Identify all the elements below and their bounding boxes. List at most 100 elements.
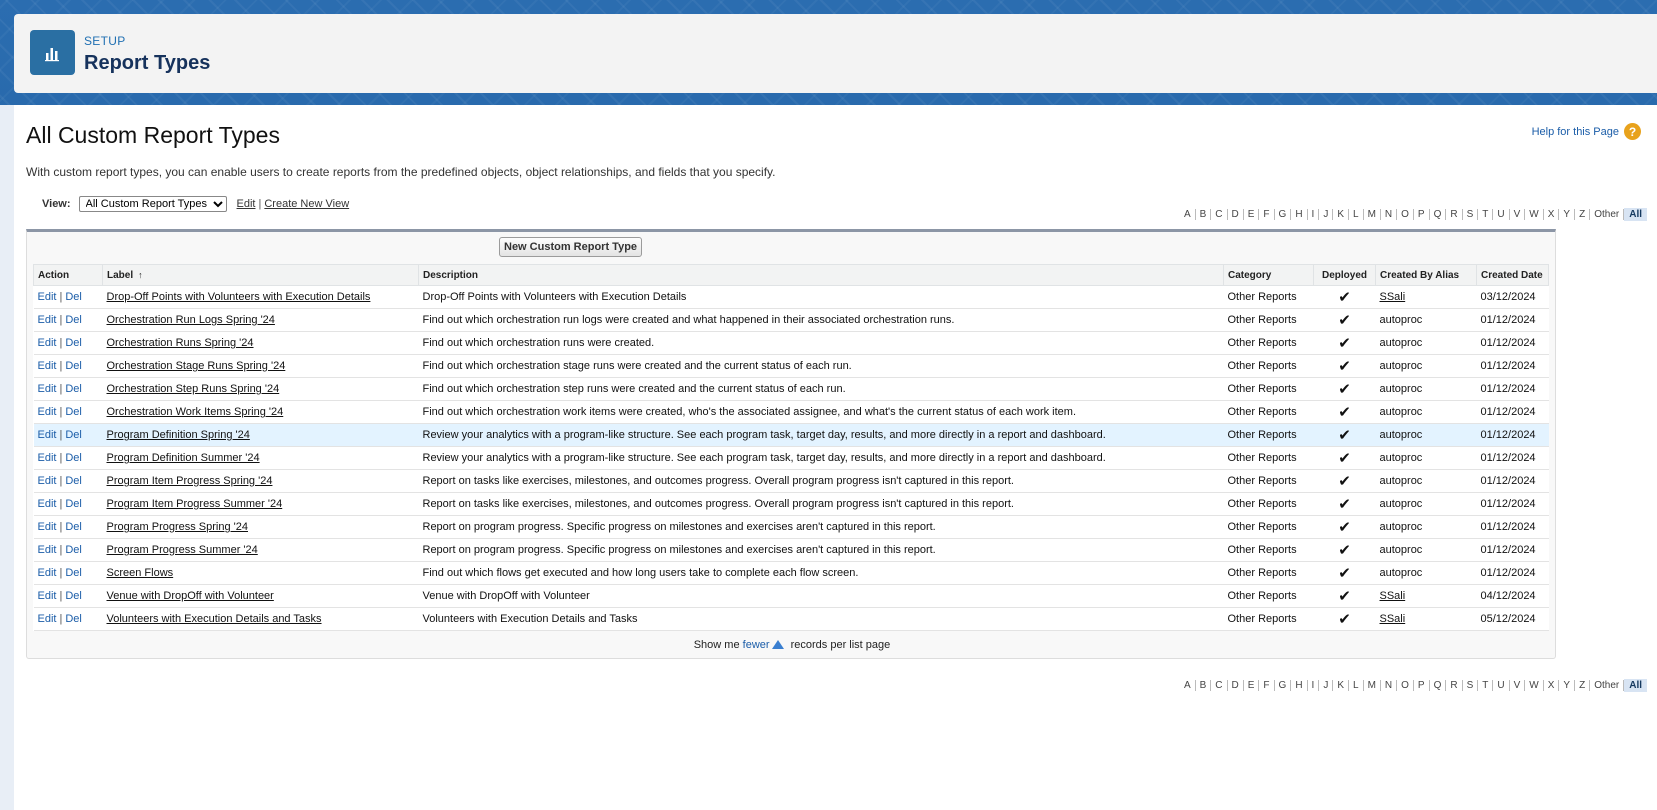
alphabet-filter-w[interactable]: W xyxy=(1525,209,1544,220)
alphabet-filter-f[interactable]: F xyxy=(1259,209,1275,220)
alphabet-filter-i[interactable]: I xyxy=(1308,209,1320,220)
alphabet-filter-o[interactable]: O xyxy=(1397,680,1414,691)
edit-link[interactable]: Edit xyxy=(38,590,57,602)
view-select[interactable]: All Custom Report Types xyxy=(78,196,227,212)
alphabet-filter-u[interactable]: U xyxy=(1493,680,1510,691)
alphabet-filter-k[interactable]: K xyxy=(1333,680,1349,691)
report-type-label-link[interactable]: Drop-Off Points with Volunteers with Exe… xyxy=(107,291,371,303)
alphabet-filter-a[interactable]: A xyxy=(1180,680,1196,691)
create-new-view-link[interactable]: Create New View xyxy=(264,198,349,210)
alphabet-filter-z[interactable]: Z xyxy=(1575,209,1591,220)
alphabet-filter-a[interactable]: A xyxy=(1180,209,1196,220)
alphabet-filter-w[interactable]: W xyxy=(1525,680,1544,691)
alphabet-filter-k[interactable]: K xyxy=(1333,209,1349,220)
column-header-created-date[interactable]: Created Date xyxy=(1476,264,1549,286)
column-header-description[interactable]: Description xyxy=(418,264,1224,286)
triangle-up-icon[interactable] xyxy=(771,640,784,649)
edit-link[interactable]: Edit xyxy=(38,337,57,349)
edit-link[interactable]: Edit xyxy=(38,360,57,372)
help-icon[interactable]: ? xyxy=(1624,123,1641,140)
alphabet-filter-e[interactable]: E xyxy=(1244,680,1260,691)
delete-link[interactable]: Del xyxy=(65,291,82,303)
alphabet-filter-j[interactable]: J xyxy=(1319,680,1334,691)
delete-link[interactable]: Del xyxy=(65,613,82,625)
alphabet-filter-q[interactable]: Q xyxy=(1430,209,1447,220)
alphabet-filter-g[interactable]: G xyxy=(1275,680,1292,691)
edit-link[interactable]: Edit xyxy=(38,291,57,303)
alphabet-filter-l[interactable]: L xyxy=(1349,209,1364,220)
alphabet-filter-t[interactable]: T xyxy=(1478,209,1494,220)
alphabet-filter-other[interactable]: Other xyxy=(1590,209,1625,220)
edit-link[interactable]: Edit xyxy=(38,521,57,533)
alphabet-filter-z[interactable]: Z xyxy=(1575,680,1591,691)
alphabet-filter-h[interactable]: H xyxy=(1291,680,1308,691)
alphabet-filter-h[interactable]: H xyxy=(1291,209,1308,220)
alphabet-filter-v[interactable]: V xyxy=(1510,680,1526,691)
delete-link[interactable]: Del xyxy=(65,383,82,395)
edit-link[interactable]: Edit xyxy=(38,429,57,441)
edit-link[interactable]: Edit xyxy=(38,452,57,464)
alphabet-filter-y[interactable]: Y xyxy=(1559,209,1576,220)
created-by-alias-link[interactable]: SSali xyxy=(1380,291,1406,303)
alphabet-filter-r[interactable]: R xyxy=(1446,209,1463,220)
alphabet-filter-i[interactable]: I xyxy=(1308,680,1320,691)
edit-link[interactable]: Edit xyxy=(38,406,57,418)
delete-link[interactable]: Del xyxy=(65,314,82,326)
alphabet-filter-d[interactable]: D xyxy=(1228,680,1244,691)
alphabet-filter-t[interactable]: T xyxy=(1478,680,1494,691)
delete-link[interactable]: Del xyxy=(65,544,82,556)
edit-link[interactable]: Edit xyxy=(38,383,57,395)
delete-link[interactable]: Del xyxy=(65,590,82,602)
edit-link[interactable]: Edit xyxy=(38,498,57,510)
alphabet-filter-n[interactable]: N xyxy=(1381,209,1398,220)
delete-link[interactable]: Del xyxy=(65,406,82,418)
alphabet-filter-c[interactable]: C xyxy=(1211,680,1228,691)
created-by-alias-link[interactable]: SSali xyxy=(1380,590,1406,602)
delete-link[interactable]: Del xyxy=(65,567,82,579)
report-type-label-link[interactable]: Program Progress Spring '24 xyxy=(107,521,249,533)
alphabet-filter-b[interactable]: B xyxy=(1196,209,1212,220)
delete-link[interactable]: Del xyxy=(65,337,82,349)
alphabet-filter-d[interactable]: D xyxy=(1228,209,1244,220)
alphabet-filter-j[interactable]: J xyxy=(1319,209,1334,220)
alphabet-filter-b[interactable]: B xyxy=(1196,680,1212,691)
column-header-category[interactable]: Category xyxy=(1223,264,1314,286)
report-type-label-link[interactable]: Program Progress Summer '24 xyxy=(107,544,258,556)
show-fewer-link[interactable]: fewer xyxy=(743,639,770,651)
alphabet-filter-e[interactable]: E xyxy=(1244,209,1260,220)
alphabet-filter-x[interactable]: X xyxy=(1544,680,1560,691)
delete-link[interactable]: Del xyxy=(65,452,82,464)
alphabet-filter-u[interactable]: U xyxy=(1493,209,1510,220)
alphabet-filter-f[interactable]: F xyxy=(1259,680,1275,691)
alphabet-filter-y[interactable]: Y xyxy=(1559,680,1576,691)
alphabet-filter-l[interactable]: L xyxy=(1349,680,1364,691)
column-header-deployed[interactable]: Deployed xyxy=(1313,264,1376,286)
report-type-label-link[interactable]: Venue with DropOff with Volunteer xyxy=(107,590,274,602)
report-type-label-link[interactable]: Orchestration Work Items Spring '24 xyxy=(107,406,284,418)
delete-link[interactable]: Del xyxy=(65,521,82,533)
report-type-label-link[interactable]: Screen Flows xyxy=(107,567,174,579)
new-custom-report-type-button[interactable]: New Custom Report Type xyxy=(499,237,643,257)
column-header-label[interactable]: Label ↑ xyxy=(102,264,419,286)
alphabet-filter-g[interactable]: G xyxy=(1275,209,1292,220)
report-type-label-link[interactable]: Program Definition Summer '24 xyxy=(107,452,260,464)
report-type-label-link[interactable]: Program Definition Spring '24 xyxy=(107,429,250,441)
edit-link[interactable]: Edit xyxy=(38,613,57,625)
report-type-label-link[interactable]: Volunteers with Execution Details and Ta… xyxy=(107,613,322,625)
delete-link[interactable]: Del xyxy=(65,475,82,487)
delete-link[interactable]: Del xyxy=(65,498,82,510)
alphabet-filter-all[interactable]: All xyxy=(1624,679,1647,692)
report-type-label-link[interactable]: Program Item Progress Summer '24 xyxy=(107,498,283,510)
report-type-label-link[interactable]: Orchestration Runs Spring '24 xyxy=(107,337,254,349)
alphabet-filter-q[interactable]: Q xyxy=(1430,680,1447,691)
alphabet-filter-other[interactable]: Other xyxy=(1590,680,1625,691)
alphabet-filter-x[interactable]: X xyxy=(1544,209,1560,220)
edit-view-link[interactable]: Edit xyxy=(237,198,256,210)
report-type-label-link[interactable]: Program Item Progress Spring '24 xyxy=(107,475,273,487)
alphabet-filter-n[interactable]: N xyxy=(1381,680,1398,691)
alphabet-filter-s[interactable]: S xyxy=(1463,680,1479,691)
alphabet-filter-m[interactable]: M xyxy=(1364,680,1381,691)
alphabet-filter-r[interactable]: R xyxy=(1446,680,1463,691)
edit-link[interactable]: Edit xyxy=(38,314,57,326)
created-by-alias-link[interactable]: SSali xyxy=(1380,613,1406,625)
